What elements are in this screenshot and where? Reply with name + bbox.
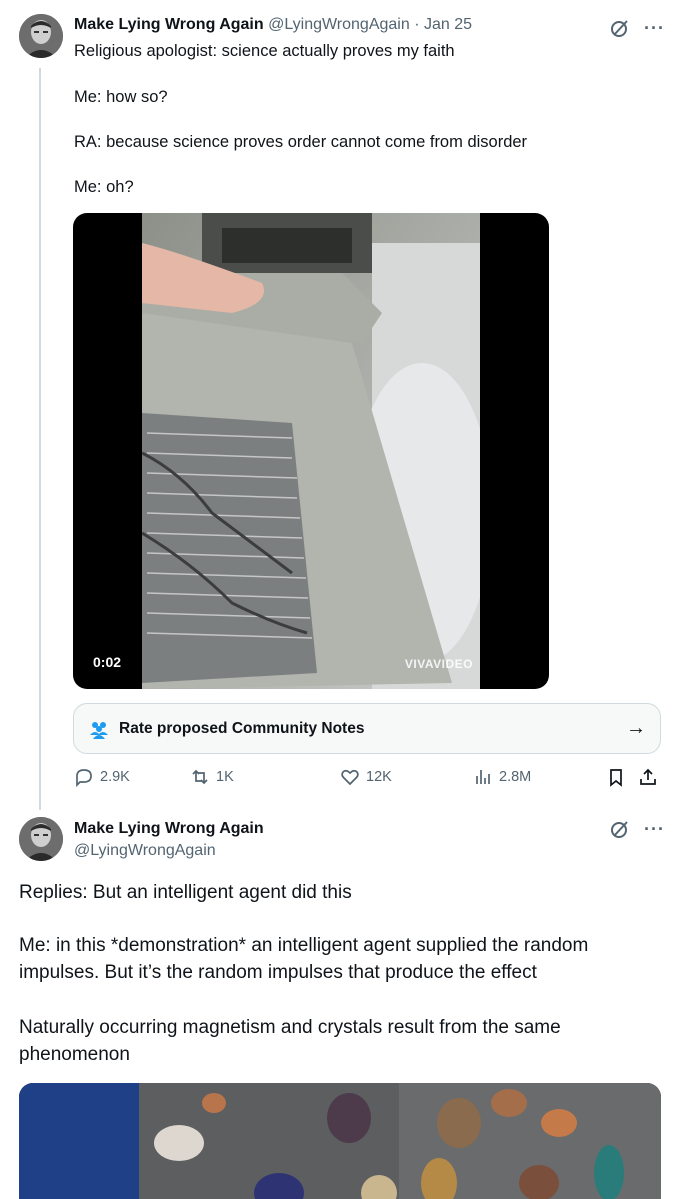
author-name-line: Make Lying Wrong Again	[74, 819, 264, 839]
video-timestamp: 0:02	[87, 651, 128, 673]
author-name[interactable]: Make Lying Wrong Again	[74, 16, 264, 33]
repost-icon	[192, 769, 208, 785]
more-icon[interactable]: ···	[644, 19, 665, 37]
tweet-text-line: Me: in this *demonstration* an intellige…	[19, 935, 589, 956]
repost-button[interactable]: 1K	[190, 767, 234, 787]
bookmark-button[interactable]	[606, 767, 626, 787]
bookmark-icon	[610, 769, 622, 787]
author-handle[interactable]: @LyingWrongAgain	[268, 16, 410, 33]
share-icon	[640, 768, 656, 785]
heart-icon	[341, 769, 359, 786]
people-icon	[90, 721, 108, 739]
more-icon[interactable]: ···	[644, 820, 665, 838]
author-name[interactable]: Make Lying Wrong Again	[74, 820, 264, 837]
tweet-text-line: Naturally occurring magnetism and crysta…	[19, 1017, 561, 1038]
tweet-header: Make Lying Wrong Again @LyingWrongAgain …	[74, 15, 472, 35]
tweet-text-line: Me: oh?	[74, 178, 134, 196]
tweet-text-line: Replies: But an intelligent agent did th…	[19, 882, 352, 903]
video-player[interactable]: 0:02 VIVAVIDEO	[73, 213, 549, 689]
video-frame	[142, 213, 480, 689]
tweet-text-line: Me: how so?	[74, 88, 168, 106]
tweet-date[interactable]: Jan 25	[424, 16, 472, 33]
share-button[interactable]	[638, 767, 658, 787]
tweet-text-line: RA: because science proves order cannot …	[74, 133, 528, 151]
community-notes-label: Rate proposed Community Notes	[119, 719, 365, 737]
video-watermark: VIVAVIDEO	[404, 657, 473, 671]
tweet-top-actions: ···	[610, 819, 665, 839]
tweet-actions-bar: 2.9K 1K 12K 2.8M	[74, 767, 662, 791]
author-handle[interactable]: @LyingWrongAgain	[74, 842, 216, 859]
tweet-text-line: impulses. But it’s the random impulses t…	[19, 962, 537, 983]
tweet-text-line: Religious apologist: science actually pr…	[74, 42, 455, 60]
separator-dot: ·	[414, 16, 420, 33]
repost-count: 1K	[216, 769, 234, 785]
avatar[interactable]	[19, 14, 63, 58]
views-button[interactable]: 2.8M	[473, 767, 531, 787]
reply-icon	[76, 769, 92, 787]
like-button[interactable]: 12K	[340, 767, 392, 787]
arrow-right-icon: →	[626, 717, 646, 739]
tweet-text-line: phenomenon	[19, 1044, 130, 1065]
author-handle-line: @LyingWrongAgain	[74, 841, 216, 861]
grok-icon[interactable]	[610, 18, 630, 38]
thread-connector-line	[39, 68, 41, 810]
reply-button[interactable]: 2.9K	[74, 767, 130, 787]
avatar[interactable]	[19, 817, 63, 861]
reply-count: 2.9K	[100, 769, 130, 785]
tweet-top-actions: ···	[610, 18, 665, 38]
views-count: 2.8M	[499, 769, 532, 785]
community-notes-button[interactable]: Rate proposed Community Notes →	[73, 703, 661, 754]
like-count: 12K	[366, 769, 392, 785]
grok-icon[interactable]	[610, 819, 630, 839]
views-icon	[476, 770, 490, 784]
tweet-photo[interactable]	[19, 1083, 661, 1199]
